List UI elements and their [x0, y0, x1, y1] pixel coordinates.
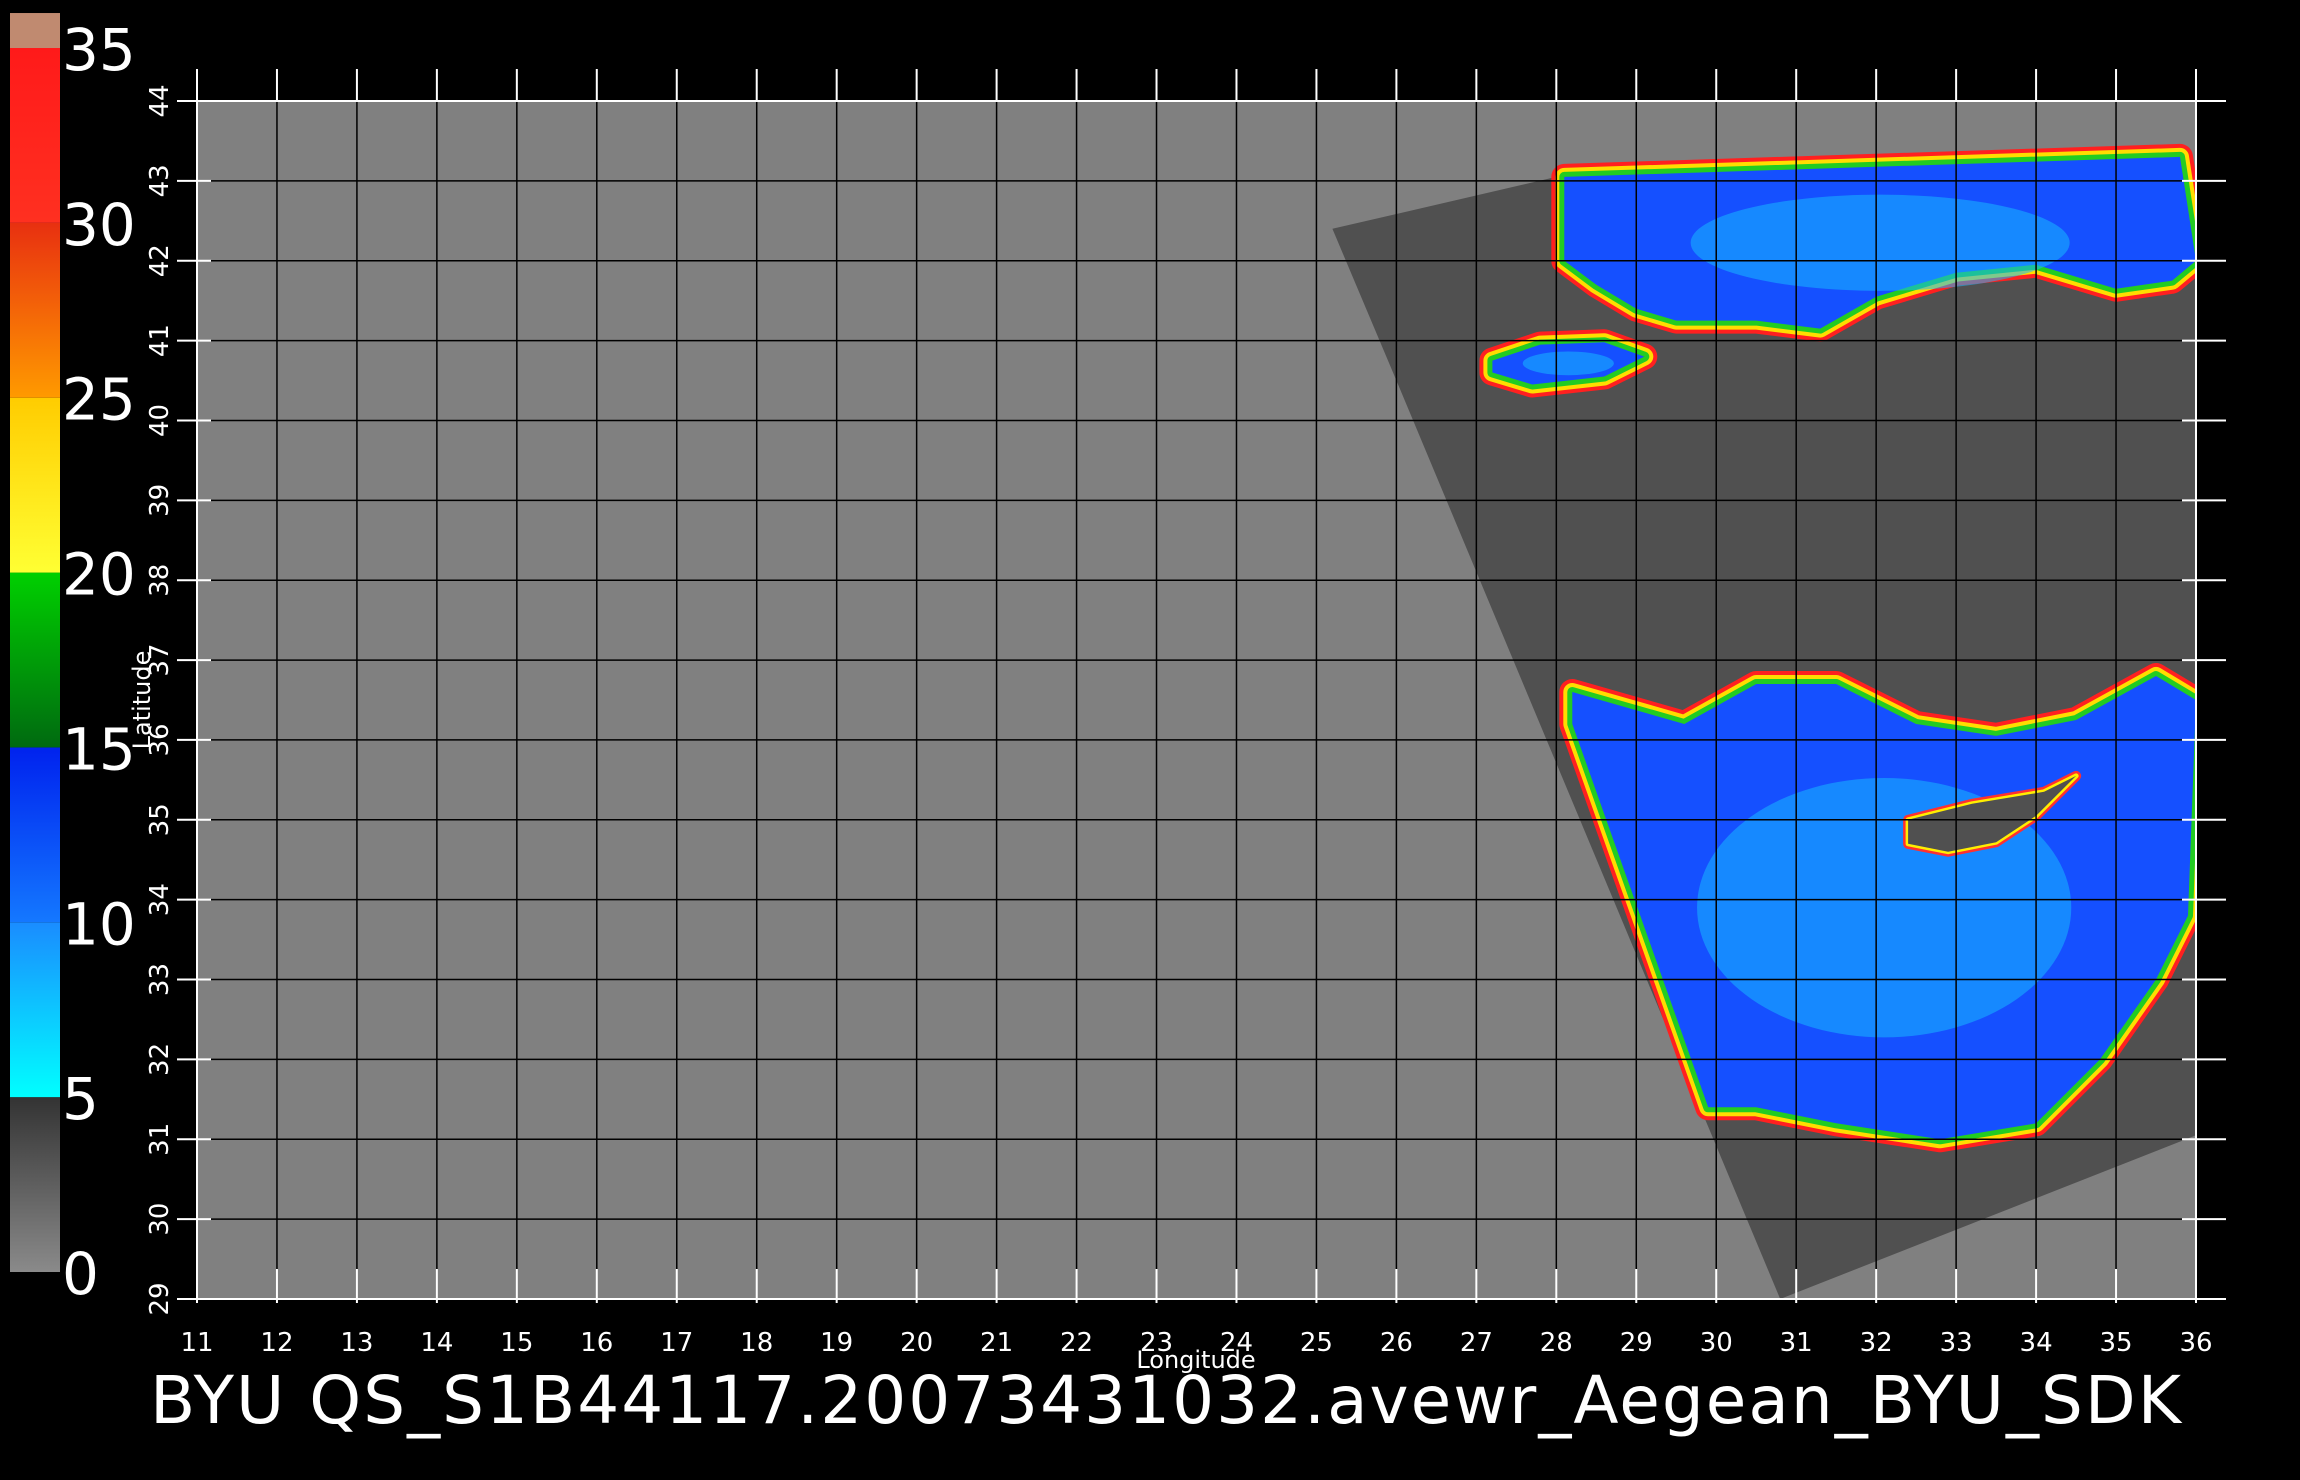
colorbar-band [10, 48, 60, 223]
colorbar-label: 35 [62, 16, 136, 84]
y-tick-label: 44 [145, 84, 175, 117]
y-tick-label: 34 [145, 883, 175, 916]
x-tick-label: 12 [260, 1328, 293, 1358]
x-tick-label: 19 [820, 1328, 853, 1358]
colorbar-label: 30 [62, 191, 136, 259]
colorbar-band [10, 572, 60, 748]
x-tick-label: 26 [1380, 1328, 1413, 1358]
x-tick-label: 16 [580, 1328, 613, 1358]
colorbar-band [10, 222, 60, 398]
region-core-black-sea [1690, 194, 2070, 291]
x-tick-label: 29 [1620, 1328, 1653, 1358]
colorbar-band [10, 13, 60, 48]
colorbar-label: 15 [62, 715, 136, 783]
colorbar-band [10, 747, 60, 923]
x-tick-label: 13 [340, 1328, 373, 1358]
x-tick-label: 22 [1060, 1328, 1093, 1358]
y-tick-label: 42 [145, 244, 175, 277]
colorbar-band [10, 1097, 60, 1272]
x-tick-label: 27 [1460, 1328, 1493, 1358]
wind-speed-map: 0 5 10 15 20 25 30 35 11 12 13 14 15 16 17 18 19 20 21 22 2… [0, 0, 2300, 1480]
x-tick-label: 33 [1940, 1328, 1973, 1358]
x-tick-label: 14 [420, 1328, 453, 1358]
region-core-marmara [1522, 351, 1614, 376]
x-tick-label: 35 [2099, 1328, 2132, 1358]
colorbar-label: 5 [62, 1065, 99, 1133]
y-tick-label: 31 [145, 1123, 175, 1156]
y-tick-label: 38 [145, 564, 175, 597]
y-tick-label: 43 [145, 164, 175, 197]
x-tick-label: 34 [2020, 1328, 2053, 1358]
colorbar-band [10, 397, 60, 573]
colorbar-label: 10 [62, 890, 136, 958]
y-tick-label: 32 [145, 1043, 175, 1076]
x-tick-label: 18 [740, 1328, 773, 1358]
x-tick-label: 32 [1860, 1328, 1893, 1358]
y-tick-label: 41 [145, 324, 175, 357]
x-tick-label: 25 [1300, 1328, 1333, 1358]
x-tick-label: 17 [660, 1328, 693, 1358]
colorbar-label: 0 [62, 1240, 99, 1308]
y-tick-label: 30 [145, 1203, 175, 1236]
y-tick-label: 39 [145, 484, 175, 517]
figure-title: BYU QS_S1B44117.20073431032.avewr_Aegean… [150, 1362, 2183, 1439]
colorbar-label: 20 [62, 541, 136, 609]
y-axis-title: Latitude [128, 651, 156, 750]
x-tick-label: 28 [1540, 1328, 1573, 1358]
x-tick-label: 21 [980, 1328, 1013, 1358]
colorbar-band [10, 922, 60, 1098]
y-tick-label: 33 [145, 963, 175, 996]
y-tick-label: 40 [145, 404, 175, 437]
plot-area [197, 101, 2196, 1299]
y-tick-label: 35 [145, 803, 175, 836]
x-tick-label: 20 [900, 1328, 933, 1358]
x-tick-label: 15 [500, 1328, 533, 1358]
x-tick-label: 36 [2179, 1328, 2212, 1358]
x-tick-label: 11 [180, 1328, 213, 1358]
colorbar-label: 25 [62, 366, 136, 434]
x-tick-label: 30 [1700, 1328, 1733, 1358]
y-tick-label: 29 [145, 1282, 175, 1315]
x-tick-label: 31 [1780, 1328, 1813, 1358]
